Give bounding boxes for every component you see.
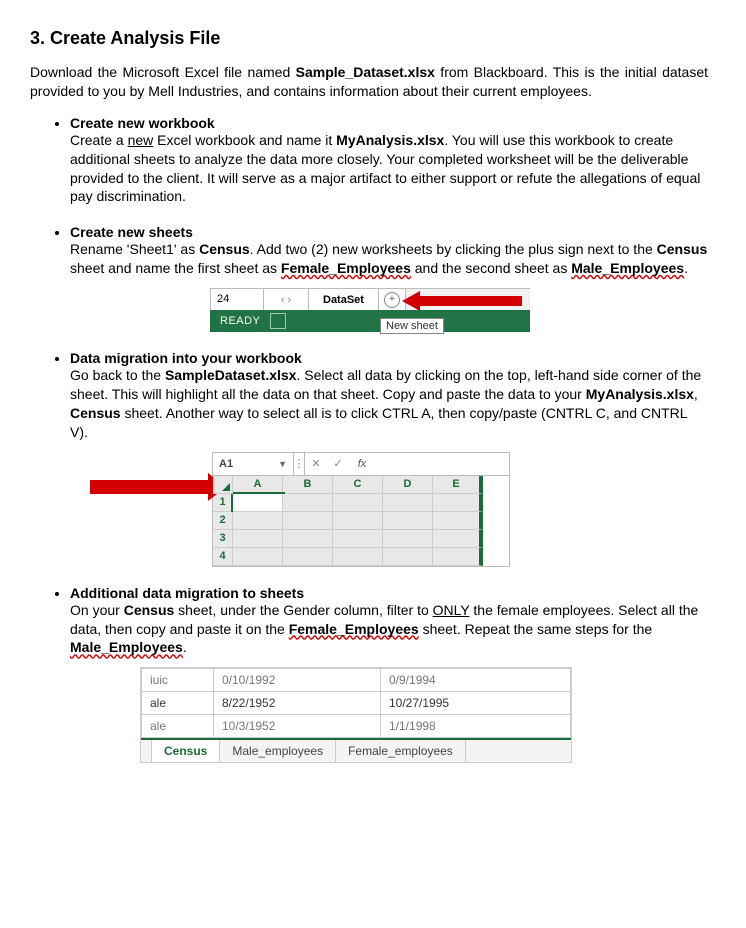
sheet-nav[interactable]: ‹ › — [264, 288, 309, 310]
intro-paragraph: Download the Microsoft Excel file named … — [30, 63, 708, 101]
cell[interactable] — [383, 512, 433, 530]
step-additional-migration: Additional data migration to sheets On y… — [70, 585, 708, 764]
status-bar: READY — [210, 310, 530, 332]
formula-bar[interactable] — [375, 453, 509, 475]
file-name: MyAnalysis.xlsx — [586, 386, 694, 402]
step-create-workbook: Create new workbook Create a new Excel w… — [70, 115, 708, 207]
figure-sheet-tabs-multiple: iuic 0/10/1992 0/9/1994 ale 8/22/1952 10… — [140, 667, 572, 763]
table-row: iuic 0/10/1992 0/9/1994 — [142, 669, 571, 692]
col-header[interactable]: B — [283, 476, 333, 494]
sheet-name: Census — [70, 405, 121, 421]
separator: ⋮ — [294, 453, 305, 475]
table-row: ale 10/3/1952 1/1/1998 — [142, 715, 571, 738]
cell[interactable] — [233, 548, 283, 566]
step-data-migration: Data migration into your workbook Go bac… — [70, 350, 708, 567]
cell[interactable] — [333, 512, 383, 530]
macro-icon — [270, 313, 286, 329]
new-sheet-button[interactable]: + — [379, 288, 406, 310]
dropdown-icon: ▼ — [278, 459, 287, 469]
cell[interactable] — [283, 512, 333, 530]
sheet-name-female: Female_Employees — [289, 621, 419, 637]
step-title: Additional data migration to sheets — [70, 585, 708, 601]
step-title: Create new workbook — [70, 115, 708, 131]
row-header[interactable]: 4 — [213, 548, 233, 566]
select-all-corner[interactable] — [213, 476, 233, 494]
callout-arrow-icon — [90, 476, 226, 498]
file-name: Sample_Dataset.xlsx — [296, 64, 435, 80]
step-body: Create a new Excel workbook and name it … — [70, 132, 700, 205]
name-box[interactable]: A1 ▼ — [213, 453, 294, 475]
tab-strip-empty — [466, 740, 571, 762]
enter-icon[interactable]: ✓ — [327, 453, 349, 475]
step-body: Rename 'Sheet1' as Census. Add two (2) n… — [70, 241, 707, 276]
cell[interactable] — [333, 530, 383, 548]
col-header[interactable]: E — [433, 476, 483, 494]
tooltip-new-sheet: New sheet — [380, 318, 444, 334]
file-name: MyAnalysis.xlsx — [336, 132, 444, 148]
sheet-name-male: Male_Employees — [571, 260, 684, 276]
tab-spacer — [141, 740, 152, 762]
worksheet-grid[interactable]: A B C D E 1 2 3 — [213, 476, 509, 566]
step-body: On your Census sheet, under the Gender c… — [70, 602, 698, 656]
figure-sheet-tabs: 24 ‹ › DataSet + READY New sheet — [210, 288, 530, 332]
plus-icon: + — [384, 292, 400, 308]
cell[interactable] — [433, 530, 483, 548]
sheet-tab-female[interactable]: Female_employees — [336, 740, 466, 762]
cancel-icon[interactable]: ✕ — [305, 453, 327, 475]
step-body: Go back to the SampleDataset.xlsx. Selec… — [70, 367, 701, 440]
step-title: Data migration into your workbook — [70, 350, 708, 366]
col-header[interactable]: D — [383, 476, 433, 494]
fx-icon[interactable]: fx — [349, 453, 375, 475]
cell[interactable] — [283, 494, 333, 512]
sheet-name-male: Male_Employees — [70, 639, 183, 655]
cell[interactable] — [333, 548, 383, 566]
step-create-sheets: Create new sheets Rename 'Sheet1' as Cen… — [70, 224, 708, 332]
col-header[interactable]: C — [333, 476, 383, 494]
cell[interactable] — [383, 548, 433, 566]
status-ready: READY — [220, 315, 260, 327]
cell-a1[interactable] — [233, 494, 283, 512]
sheet-tab-census[interactable]: Census — [152, 740, 220, 762]
cell[interactable] — [383, 494, 433, 512]
col-header[interactable]: A — [233, 476, 283, 494]
sheet-tab-dataset[interactable]: DataSet — [309, 288, 379, 310]
tab-strip-empty — [406, 288, 530, 310]
cell[interactable] — [283, 530, 333, 548]
figure-select-all: A1 ▼ ⋮ ✕ ✓ fx A B C D — [90, 452, 510, 567]
cell[interactable] — [233, 530, 283, 548]
file-name: SampleDataset.xlsx — [165, 367, 297, 383]
text: Download the Microsoft Excel file named — [30, 64, 296, 80]
step-title: Create new sheets — [70, 224, 708, 240]
table-row: ale 8/22/1952 10/27/1995 — [142, 692, 571, 715]
sheet-name-female: Female_Employees — [281, 260, 411, 276]
cell[interactable] — [433, 548, 483, 566]
row-count-cell: 24 — [210, 288, 264, 310]
page-title: 3. Create Analysis File — [30, 28, 708, 49]
cell[interactable] — [433, 512, 483, 530]
sheet-tab-male[interactable]: Male_employees — [220, 740, 336, 762]
row-header[interactable]: 2 — [213, 512, 233, 530]
cell[interactable] — [233, 512, 283, 530]
cell[interactable] — [433, 494, 483, 512]
cell[interactable] — [333, 494, 383, 512]
cell[interactable] — [283, 548, 333, 566]
cell[interactable] — [383, 530, 433, 548]
row-header[interactable]: 3 — [213, 530, 233, 548]
